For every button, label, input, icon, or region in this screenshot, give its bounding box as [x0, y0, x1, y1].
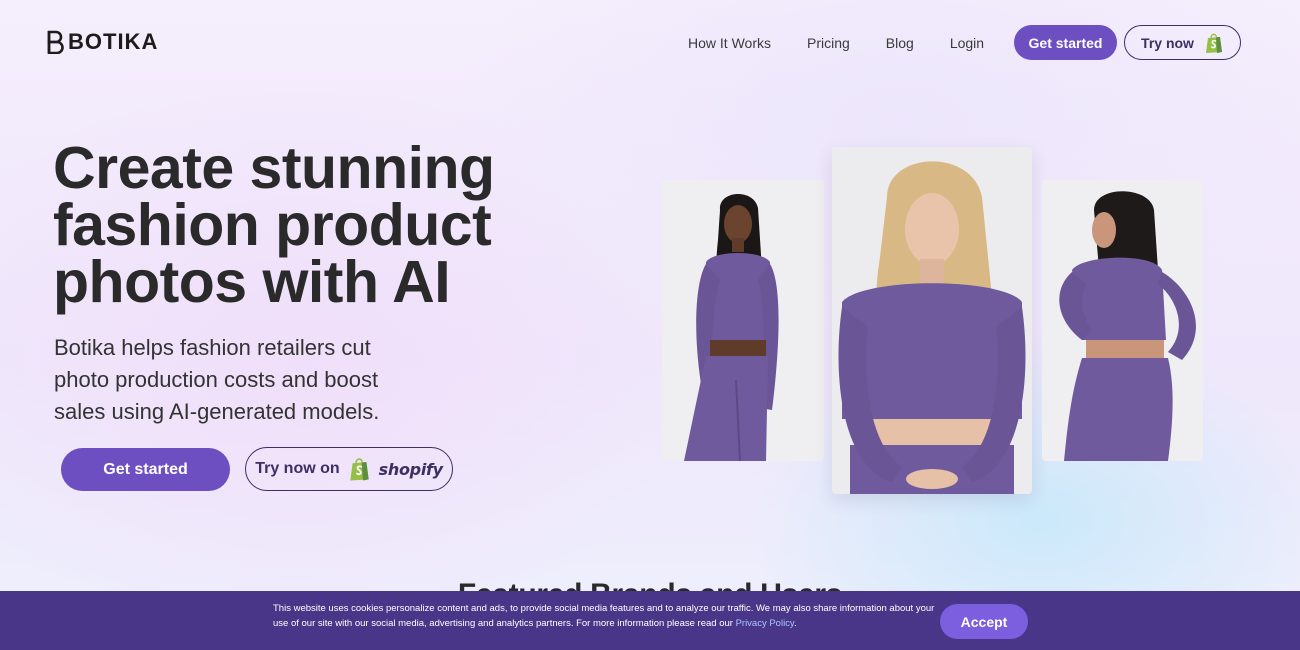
botika-logo-icon — [47, 30, 64, 54]
model-photo-blonde — [832, 147, 1032, 494]
header-try-now-label: Try now — [1141, 34, 1194, 51]
cookie-banner: This website uses cookies personalize co… — [0, 591, 1300, 650]
cookie-suffix: . — [793, 618, 797, 629]
accept-cookies-button[interactable]: Accept — [940, 604, 1028, 639]
nav-link-login[interactable]: Login — [950, 35, 984, 51]
hero-title: Create stunning fashion product photos w… — [53, 135, 495, 315]
shopify-bag-icon — [349, 458, 369, 481]
header-try-now-button[interactable]: Try now — [1124, 25, 1241, 60]
model-photo-blonde-icon — [832, 147, 1032, 494]
nav-link-pricing[interactable]: Pricing — [807, 35, 850, 51]
nav-link-blog[interactable]: Blog — [886, 35, 914, 51]
hero-try-shopify-button[interactable]: Try now on shopify — [245, 447, 453, 491]
model-photo-front-icon — [662, 180, 824, 461]
model-photo-back-icon — [1042, 180, 1203, 461]
main-nav: How It Works Pricing Blog Login — [688, 33, 984, 53]
hero-subtitle: Botika helps fashion retailers cut photo… — [54, 335, 380, 424]
header-get-started-button[interactable]: Get started — [1014, 25, 1117, 60]
cookie-message: This website uses cookies personalize co… — [273, 603, 935, 629]
nav-link-how-it-works[interactable]: How It Works — [688, 35, 771, 51]
privacy-policy-link[interactable]: Privacy Policy — [736, 618, 794, 629]
botika-logo[interactable]: BOTIKA — [46, 29, 158, 55]
cookie-text: This website uses cookies personalize co… — [273, 601, 938, 631]
hero-try-now-label: Try now on — [255, 460, 340, 477]
shopify-wordmark: shopify — [378, 459, 443, 479]
brand-name: BOTIKA — [68, 29, 159, 54]
hero-get-started-button[interactable]: Get started — [61, 448, 230, 491]
shopify-bag-icon — [1205, 33, 1222, 53]
model-photo-front — [662, 180, 824, 461]
model-photo-back — [1042, 180, 1203, 461]
